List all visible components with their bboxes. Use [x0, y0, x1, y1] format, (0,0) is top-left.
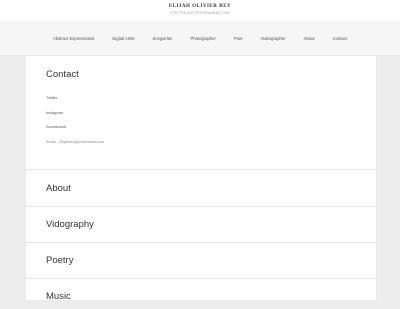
site-title[interactable]: ELIJAH OLIVIER REY [0, 4, 400, 9]
main-nav: Abstract Expressionist Digital Artist So… [0, 21, 400, 55]
contact-heading: Contact [46, 69, 79, 80]
nav-item-poet[interactable]: Poet [225, 36, 252, 41]
instagram-link[interactable]: Instagram [46, 111, 63, 115]
about-heading[interactable]: About [46, 183, 71, 194]
vidography-heading[interactable]: Vidography [46, 219, 94, 230]
about-section[interactable]: About [26, 170, 376, 207]
contact-section: Contact Twitter Instagram Soundcloud Ema… [26, 56, 376, 170]
main-content: Contact Twitter Instagram Soundcloud Ema… [25, 56, 377, 302]
nav-item-songwriter[interactable]: Songwriter [144, 36, 182, 41]
nav-item-digital-artist[interactable]: Digital Artist [103, 36, 143, 41]
nav-item-videographer[interactable]: Videographer [252, 36, 295, 41]
vidography-section[interactable]: Vidography [26, 207, 376, 243]
music-section[interactable]: Music [26, 279, 376, 309]
soundcloud-link[interactable]: Soundcloud [46, 125, 66, 129]
poetry-heading[interactable]: Poetry [46, 255, 73, 266]
site-header: ELIJAH OLIVIER REY FOR THE ART INTERNAMI… [0, 0, 400, 22]
poetry-section[interactable]: Poetry [26, 243, 376, 279]
email-link[interactable]: Email – Elijahrey@protonmail.com [46, 140, 104, 144]
nav-item-contact[interactable]: Contact [324, 36, 356, 41]
nav-item-abstract-expressionist[interactable]: Abstract Expressionist [44, 36, 103, 41]
music-heading[interactable]: Music [46, 291, 71, 302]
nav-item-photographer[interactable]: Photographer [182, 36, 225, 41]
nav-item-about[interactable]: About [295, 36, 324, 41]
nav-items: Abstract Expressionist Digital Artist So… [0, 36, 400, 41]
site-tagline: FOR THE ART INTERNAMING ONE [170, 11, 230, 15]
twitter-link[interactable]: Twitter [46, 96, 57, 100]
